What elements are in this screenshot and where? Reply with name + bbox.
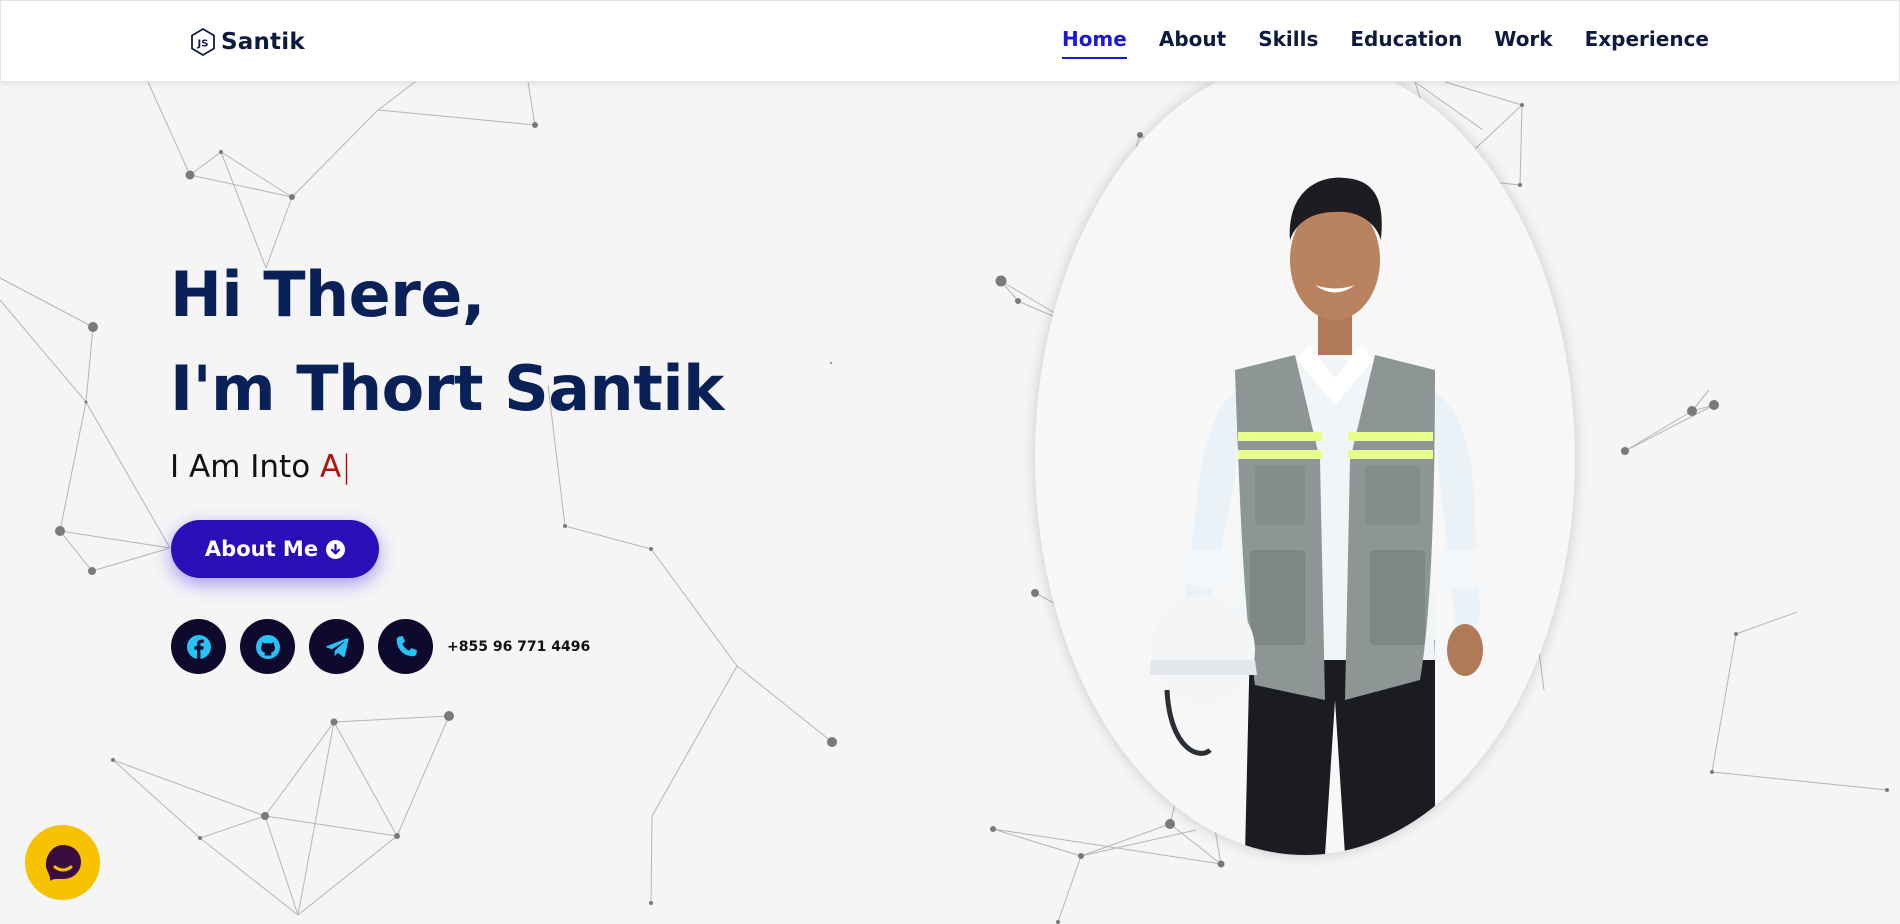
main-nav: Home About Skills Education Work Experie… <box>1061 27 1709 59</box>
nav-skills[interactable]: Skills <box>1258 27 1318 59</box>
logo-text: Santik <box>221 29 305 55</box>
chat-bubble-icon <box>45 844 81 881</box>
svg-text:JS: JS <box>197 39 209 50</box>
typing-prefix: I Am Into <box>170 449 321 485</box>
social-links: +855 96 771 4496 <box>171 619 590 674</box>
facebook-icon <box>186 634 211 659</box>
nav-education[interactable]: Education <box>1350 27 1462 59</box>
phone-number: +855 96 771 4496 <box>447 638 591 655</box>
nodejs-hexagon-icon: JS <box>191 27 215 57</box>
phone-icon <box>396 635 417 656</box>
profile-photo <box>1035 60 1575 855</box>
nav-experience[interactable]: Experience <box>1585 27 1709 59</box>
github-link[interactable] <box>240 619 295 674</box>
hero-greeting: Hi There, <box>170 258 485 331</box>
nav-work[interactable]: Work <box>1494 27 1552 59</box>
site-logo[interactable]: JS Santik <box>189 25 305 59</box>
phone-link[interactable] <box>378 619 433 674</box>
telegram-link[interactable] <box>309 619 364 674</box>
arrow-down-circle-icon <box>326 539 346 559</box>
nav-about[interactable]: About <box>1159 27 1226 59</box>
typing-line: I Am Into A| <box>170 449 352 485</box>
typing-cursor: | <box>341 449 352 485</box>
facebook-link[interactable] <box>171 619 226 674</box>
typed-text: A <box>320 449 342 485</box>
profile-person-illustration <box>1149 177 1483 855</box>
telegram-icon <box>325 637 349 657</box>
about-me-button[interactable]: About Me <box>171 520 379 578</box>
github-icon <box>255 634 280 659</box>
chat-widget-button[interactable] <box>25 825 100 900</box>
about-me-label: About Me <box>204 537 319 561</box>
top-navbar: JS Santik Home About Skills Education Wo… <box>0 0 1900 82</box>
hero-name: I'm Thort Santik <box>170 352 724 425</box>
nav-home[interactable]: Home <box>1061 27 1127 59</box>
